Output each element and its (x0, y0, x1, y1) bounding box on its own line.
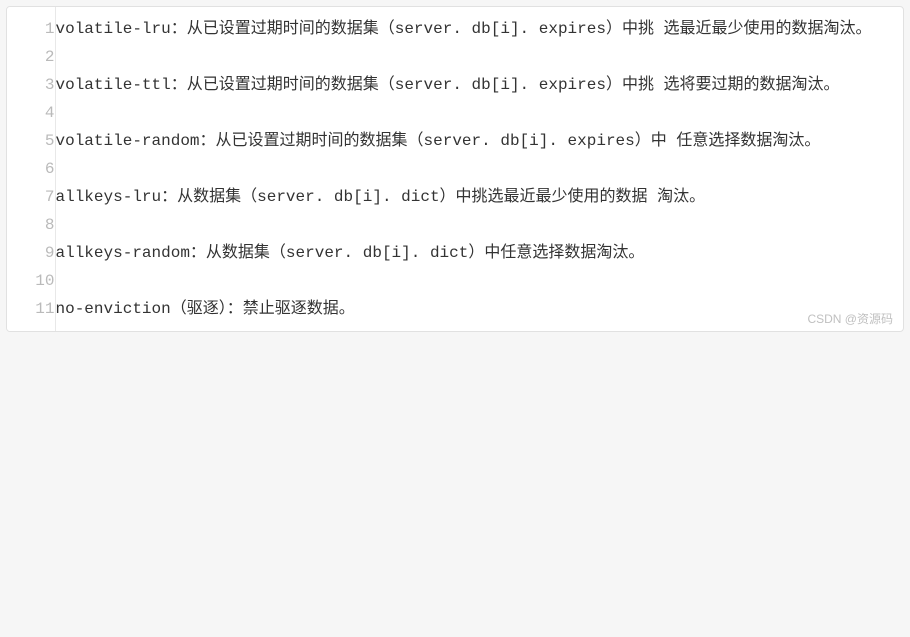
code-row: 10 (7, 267, 903, 295)
code-line: volatile-lru：从已设置过期时间的数据集（server. db[i].… (55, 7, 903, 43)
code-row: 3 volatile-ttl：从已设置过期时间的数据集（server. db[i… (7, 71, 903, 99)
code-line (55, 155, 903, 183)
line-number: 3 (7, 71, 55, 99)
code-row: 9 allkeys-random：从数据集（server. db[i]. dic… (7, 239, 903, 267)
code-line (55, 99, 903, 127)
watermark: CSDN @资源码 (807, 310, 893, 327)
code-row: 5 volatile-random：从已设置过期时间的数据集（server. d… (7, 127, 903, 155)
code-line (55, 43, 903, 71)
code-line (55, 267, 903, 295)
code-table: 1 volatile-lru：从已设置过期时间的数据集（server. db[i… (7, 7, 903, 331)
code-row: 6 (7, 155, 903, 183)
line-number: 4 (7, 99, 55, 127)
code-row: 8 (7, 211, 903, 239)
line-number: 9 (7, 239, 55, 267)
code-line: volatile-random：从已设置过期时间的数据集（server. db[… (55, 127, 903, 155)
code-row: 4 (7, 99, 903, 127)
line-number: 8 (7, 211, 55, 239)
code-row: 11 no-enviction（驱逐）：禁止驱逐数据。 (7, 295, 903, 331)
line-number: 11 (7, 295, 55, 331)
code-line (55, 211, 903, 239)
code-line: volatile-ttl：从已设置过期时间的数据集（server. db[i].… (55, 71, 903, 99)
line-number: 1 (7, 7, 55, 43)
line-number: 7 (7, 183, 55, 211)
code-row: 7 allkeys-lru：从数据集（server. db[i]. dict）中… (7, 183, 903, 211)
code-row: 1 volatile-lru：从已设置过期时间的数据集（server. db[i… (7, 7, 903, 43)
code-block: 1 volatile-lru：从已设置过期时间的数据集（server. db[i… (6, 6, 904, 332)
line-number: 2 (7, 43, 55, 71)
code-line: allkeys-lru：从数据集（server. db[i]. dict）中挑选… (55, 183, 903, 211)
line-number: 6 (7, 155, 55, 183)
code-line: no-enviction（驱逐）：禁止驱逐数据。 (55, 295, 903, 331)
code-row: 2 (7, 43, 903, 71)
line-number: 10 (7, 267, 55, 295)
line-number: 5 (7, 127, 55, 155)
code-line: allkeys-random：从数据集（server. db[i]. dict）… (55, 239, 903, 267)
